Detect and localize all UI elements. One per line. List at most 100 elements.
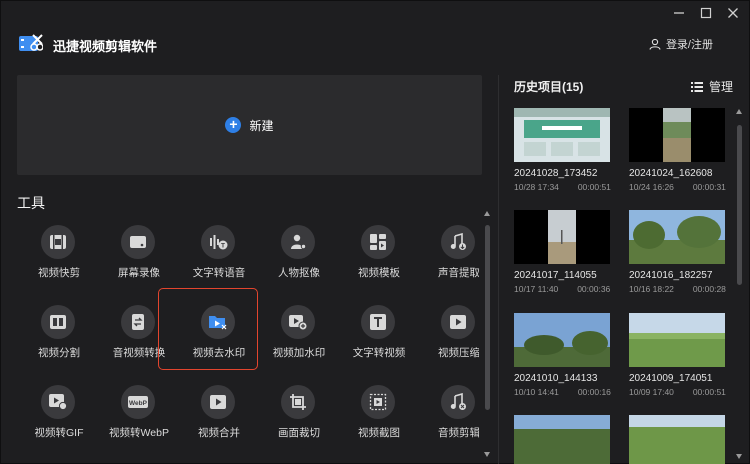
tools-section-title: 工具: [17, 195, 45, 211]
app-title: 迅捷视频剪辑软件: [53, 39, 158, 54]
video-thumbnail: [629, 210, 725, 264]
tool-remove-watermark[interactable]: 视频去水印: [179, 299, 259, 375]
tool-add-watermark[interactable]: 视频加水印: [259, 299, 339, 375]
scroll-up-icon[interactable]: [484, 211, 490, 216]
tool-label: 视频转WebP: [109, 427, 169, 439]
tool-sound-extract[interactable]: 声音提取: [419, 219, 479, 295]
user-icon: [649, 38, 661, 50]
card-name: 20241028_173452: [514, 168, 598, 179]
gif-icon: [41, 385, 75, 419]
video-thumbnail: [514, 415, 610, 464]
template-icon: [361, 225, 395, 259]
manage-button[interactable]: 管理: [690, 78, 733, 95]
tool-av-convert[interactable]: 音视频转换: [99, 299, 179, 375]
tools-scrollbar[interactable]: [484, 211, 490, 457]
tool-video-screenshot[interactable]: 视频截图: [339, 379, 419, 455]
app-window: 迅捷视频剪辑软件 登录/注册 + 新建 工具 视频快剪 屏幕录像 T 文字转语音…: [0, 0, 750, 464]
remove-watermark-icon: [201, 305, 235, 339]
add-watermark-icon: [281, 305, 315, 339]
tool-label: 视频压缩: [438, 347, 479, 359]
video-thumbnail: [629, 108, 725, 162]
plus-circle-icon: +: [225, 117, 242, 133]
text-to-video-icon: [361, 305, 395, 339]
minimize-icon[interactable]: [671, 7, 687, 23]
split-icon: [41, 305, 75, 339]
history-card[interactable]: 20241010_144133 10/10 14:41 00:00:16: [514, 313, 611, 397]
convert-icon: [121, 305, 155, 339]
login-label: 登录/注册: [665, 39, 713, 51]
tool-label: 视频加水印: [272, 347, 326, 359]
history-card[interactable]: [629, 415, 725, 464]
crop-icon: [281, 385, 315, 419]
tool-screen-record[interactable]: 屏幕录像: [99, 219, 179, 295]
card-meta: 10/28 17:34 00:00:51: [514, 182, 611, 192]
scroll-up-icon[interactable]: [736, 109, 742, 114]
maximize-icon[interactable]: [698, 7, 714, 23]
tool-video-merge[interactable]: 视频合并: [179, 379, 259, 455]
card-name: 20241009_174051: [629, 373, 713, 384]
card-meta: 10/24 16:26 00:00:31: [629, 182, 726, 192]
app-logo-icon: [19, 34, 43, 51]
tool-text-to-speech[interactable]: T 文字转语音: [179, 219, 259, 295]
manage-label: 管理: [708, 80, 733, 94]
audio-edit-icon: [441, 385, 475, 419]
tool-person-cutout[interactable]: 人物抠像: [259, 219, 339, 295]
video-thumbnail: [514, 313, 610, 367]
tool-video-split[interactable]: 视频分割: [19, 299, 99, 375]
new-project-button[interactable]: + 新建: [17, 75, 482, 175]
tool-label: 文字转视频: [352, 347, 406, 359]
compress-icon: [441, 305, 475, 339]
card-meta: 10/17 11:40 00:00:36: [514, 284, 611, 294]
screenshot-icon: [361, 385, 395, 419]
tool-label: 音视频转换: [112, 347, 166, 359]
history-card[interactable]: 20241028_173452 10/28 17:34 00:00:51: [514, 108, 611, 192]
scroll-thumb[interactable]: [737, 125, 742, 285]
tool-label: 人物抠像: [278, 267, 320, 279]
history-scrollbar[interactable]: [736, 109, 742, 459]
scroll-down-icon[interactable]: [484, 452, 490, 457]
login-button[interactable]: 登录/注册: [649, 36, 713, 52]
text-to-speech-icon: T: [201, 225, 235, 259]
film-icon: [41, 225, 75, 259]
history-card[interactable]: 20241024_162608 10/24 16:26 00:00:31: [629, 108, 726, 192]
video-thumbnail: [514, 210, 610, 264]
card-meta: 10/16 18:22 00:00:28: [629, 284, 726, 294]
card-meta: 10/10 14:41 00:00:16: [514, 387, 611, 397]
history-card[interactable]: [514, 415, 610, 464]
tool-label: 视频去水印: [192, 347, 246, 359]
person-cutout-icon: [281, 225, 315, 259]
title-bar: 迅捷视频剪辑软件 登录/注册: [1, 1, 750, 71]
tool-text-to-video[interactable]: 文字转视频: [339, 299, 419, 375]
history-card[interactable]: 20241016_182257 10/16 18:22 00:00:28: [629, 210, 726, 294]
tool-label: 音频剪辑: [438, 427, 479, 439]
tool-label: 画面裁切: [278, 427, 320, 439]
tool-video-to-webp[interactable]: WebP 视频转WebP: [99, 379, 179, 455]
tool-audio-edit[interactable]: 音频剪辑: [419, 379, 479, 455]
card-name: 20241010_144133: [514, 373, 598, 384]
close-icon[interactable]: [725, 7, 741, 23]
video-thumbnail: [629, 313, 725, 367]
list-icon: [690, 81, 703, 92]
card-name: 20241024_162608: [629, 168, 713, 179]
tool-video-to-gif[interactable]: 视频转GIF: [19, 379, 99, 455]
history-card[interactable]: 20241009_174051 10/09 17:40 00:00:51: [629, 313, 726, 397]
tool-label: 视频模板: [358, 267, 400, 279]
tool-label: 声音提取: [438, 267, 479, 279]
svg-text:WebP: WebP: [129, 400, 148, 407]
merge-icon: [201, 385, 235, 419]
tool-crop[interactable]: 画面裁切: [259, 379, 339, 455]
card-name: 20241016_182257: [629, 270, 713, 281]
tool-label: 视频截图: [358, 427, 400, 439]
history-card[interactable]: 20241017_114055 10/17 11:40 00:00:36: [514, 210, 610, 294]
new-project-label: 新建: [249, 118, 274, 133]
scroll-thumb[interactable]: [485, 225, 490, 410]
card-meta: 10/09 17:40 00:00:51: [629, 387, 726, 397]
tool-label: 文字转语音: [192, 267, 246, 279]
tool-video-quick-cut[interactable]: 视频快剪: [19, 219, 99, 295]
tool-label: 屏幕录像: [118, 267, 160, 279]
tool-video-compress[interactable]: 视频压缩: [419, 299, 479, 375]
tool-video-template[interactable]: 视频模板: [339, 219, 419, 295]
scroll-down-icon[interactable]: [736, 454, 742, 459]
tools-grid: 视频快剪 屏幕录像 T 文字转语音 人物抠像 视频模板 声音提取 视频分割 音视…: [19, 219, 479, 464]
video-thumbnail: [514, 108, 610, 162]
